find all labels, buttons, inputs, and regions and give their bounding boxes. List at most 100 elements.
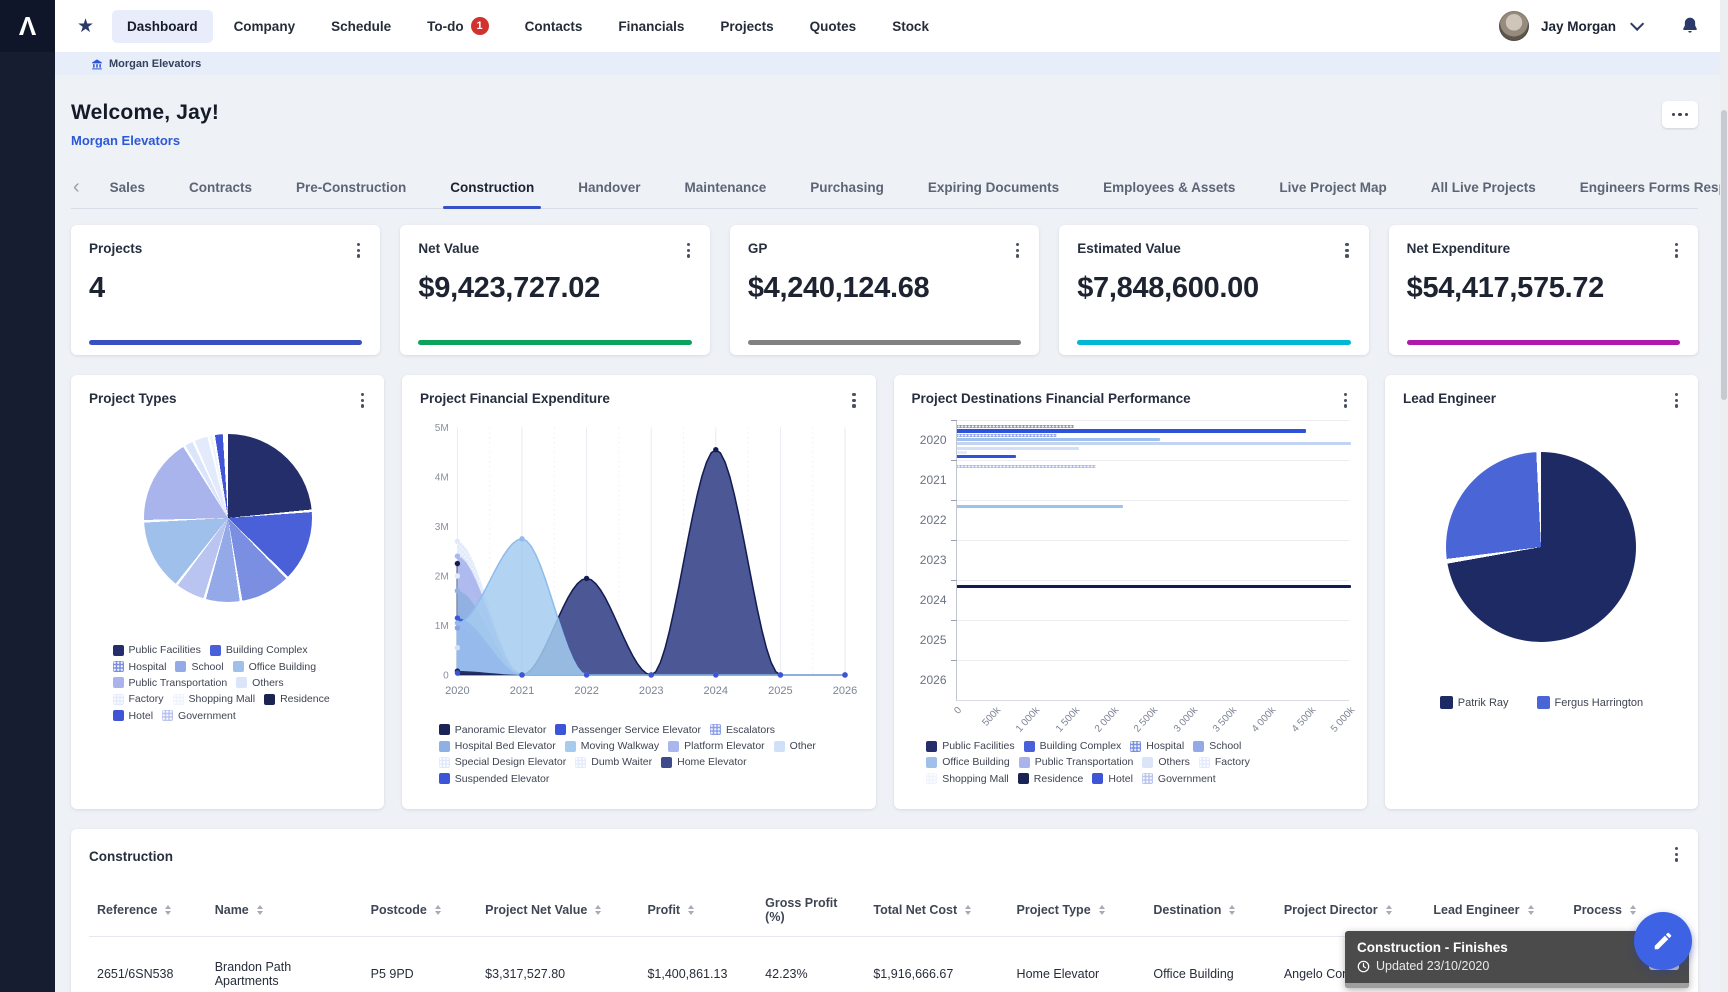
tabs-scroll-left-icon[interactable]: ‹ bbox=[71, 177, 88, 205]
legend-item[interactable]: Hotel bbox=[1092, 773, 1133, 785]
kebab-menu-icon[interactable] bbox=[1669, 843, 1684, 866]
nav-item-financials[interactable]: Financials bbox=[603, 10, 699, 43]
sort-icon[interactable] bbox=[1386, 905, 1392, 916]
sort-icon[interactable] bbox=[965, 905, 971, 916]
nav-item-projects[interactable]: Projects bbox=[705, 10, 788, 43]
legend-item[interactable]: Government bbox=[1142, 773, 1216, 785]
scrollbar[interactable] bbox=[1720, 0, 1728, 992]
kebab-menu-icon[interactable] bbox=[1338, 389, 1353, 412]
legend-item[interactable]: Residence bbox=[1018, 773, 1084, 785]
legend-item[interactable]: Building Complex bbox=[210, 644, 308, 656]
kebab-menu-icon[interactable] bbox=[846, 389, 861, 412]
tab-engineers-forms-respon[interactable]: Engineers Forms Respon bbox=[1579, 174, 1728, 208]
kebab-menu-icon[interactable] bbox=[681, 239, 696, 262]
nav-item-dashboard[interactable]: Dashboard bbox=[112, 10, 213, 43]
sort-icon[interactable] bbox=[1528, 905, 1534, 916]
legend-item[interactable]: Dumb Waiter bbox=[575, 756, 652, 768]
company-link[interactable]: Morgan Elevators bbox=[71, 133, 180, 148]
legend-item[interactable]: Office Building bbox=[233, 661, 317, 673]
column-header-total-net-cost[interactable]: Total Net Cost bbox=[865, 886, 1008, 937]
column-header-project-net-value[interactable]: Project Net Value bbox=[477, 886, 639, 937]
legend-item[interactable]: Hospital bbox=[1130, 740, 1184, 752]
column-header-destination[interactable]: Destination bbox=[1145, 886, 1275, 937]
legend-item[interactable]: Panoramic Elevator bbox=[439, 724, 547, 736]
sort-icon[interactable] bbox=[595, 905, 601, 916]
sort-icon[interactable] bbox=[688, 905, 694, 916]
legend-item[interactable]: Hospital bbox=[113, 661, 167, 673]
legend-item[interactable]: Public Facilities bbox=[926, 740, 1014, 752]
nav-item-contacts[interactable]: Contacts bbox=[510, 10, 598, 43]
legend-item[interactable]: Escalators bbox=[710, 724, 775, 736]
sort-icon[interactable] bbox=[435, 905, 441, 916]
scrollbar-thumb[interactable] bbox=[1721, 110, 1727, 400]
nav-item-company[interactable]: Company bbox=[219, 10, 311, 43]
tab-construction[interactable]: Construction bbox=[449, 174, 535, 208]
notifications-bell-icon[interactable] bbox=[1680, 16, 1700, 36]
sort-icon[interactable] bbox=[1099, 905, 1105, 916]
tab-expiring-documents[interactable]: Expiring Documents bbox=[927, 174, 1060, 208]
avatar[interactable] bbox=[1499, 11, 1529, 41]
legend-item[interactable]: Passenger Service Elevator bbox=[555, 724, 701, 736]
legend-item[interactable]: Patrik Ray bbox=[1440, 696, 1509, 709]
legend-item[interactable]: Government bbox=[162, 710, 236, 722]
kebab-menu-icon[interactable] bbox=[1669, 239, 1684, 262]
tab-all-live-projects[interactable]: All Live Projects bbox=[1430, 174, 1537, 208]
legend-item[interactable]: Hospital Bed Elevator bbox=[439, 740, 556, 752]
legend-item[interactable]: Other bbox=[774, 740, 816, 752]
breadcrumb-company[interactable]: Morgan Elevators bbox=[109, 58, 201, 70]
tab-live-project-map[interactable]: Live Project Map bbox=[1278, 174, 1387, 208]
legend-item[interactable]: Hotel bbox=[113, 710, 154, 722]
column-header-gross-profit-[interactable]: Gross Profit (%) bbox=[757, 886, 865, 937]
sort-icon[interactable] bbox=[1630, 905, 1636, 916]
legend-item[interactable]: Building Complex bbox=[1024, 740, 1122, 752]
kebab-menu-icon[interactable] bbox=[1010, 239, 1025, 262]
legend-item[interactable]: Factory bbox=[1199, 756, 1250, 768]
legend-item[interactable]: School bbox=[175, 661, 223, 673]
column-header-reference[interactable]: Reference bbox=[89, 886, 207, 937]
nav-item-stock[interactable]: Stock bbox=[877, 10, 944, 43]
tab-maintenance[interactable]: Maintenance bbox=[684, 174, 768, 208]
legend-item[interactable]: Public Transportation bbox=[1019, 756, 1134, 768]
tab-pre-construction[interactable]: Pre-Construction bbox=[295, 174, 407, 208]
nav-item-to-do[interactable]: To-do1 bbox=[412, 8, 503, 44]
tab-purchasing[interactable]: Purchasing bbox=[809, 174, 885, 208]
app-logo[interactable]: Λ bbox=[0, 0, 55, 52]
user-name[interactable]: Jay Morgan bbox=[1541, 19, 1616, 34]
legend-item[interactable]: Office Building bbox=[926, 756, 1010, 768]
tab-contracts[interactable]: Contracts bbox=[188, 174, 253, 208]
legend-item[interactable]: School bbox=[1193, 740, 1241, 752]
legend-item[interactable]: Public Transportation bbox=[113, 677, 228, 689]
column-header-project-type[interactable]: Project Type bbox=[1009, 886, 1146, 937]
kebab-menu-icon[interactable] bbox=[355, 389, 370, 412]
legend-item[interactable]: Moving Walkway bbox=[565, 740, 659, 752]
favorite-star-icon[interactable]: ★ bbox=[77, 15, 94, 38]
legend-item[interactable]: Residence bbox=[264, 693, 330, 705]
column-header-lead-engineer[interactable]: Lead Engineer bbox=[1425, 886, 1565, 937]
legend-item[interactable]: Factory bbox=[113, 693, 164, 705]
sort-icon[interactable] bbox=[257, 905, 263, 916]
legend-item[interactable]: Fergus Harrington bbox=[1537, 696, 1644, 709]
legend-item[interactable]: Special Design Elevator bbox=[439, 756, 566, 768]
page-options-ellipsis-button[interactable] bbox=[1662, 101, 1698, 128]
kebab-menu-icon[interactable] bbox=[351, 239, 366, 262]
nav-item-quotes[interactable]: Quotes bbox=[795, 10, 872, 43]
edit-fab-button[interactable] bbox=[1634, 912, 1692, 970]
legend-item[interactable]: Shopping Mall bbox=[926, 773, 1009, 785]
kebab-menu-icon[interactable] bbox=[1669, 389, 1684, 412]
legend-item[interactable]: Others bbox=[236, 677, 284, 689]
tab-handover[interactable]: Handover bbox=[577, 174, 641, 208]
legend-item[interactable]: Others bbox=[1142, 756, 1190, 768]
kebab-menu-icon[interactable] bbox=[1339, 239, 1354, 262]
column-header-project-director[interactable]: Project Director bbox=[1276, 886, 1426, 937]
column-header-postcode[interactable]: Postcode bbox=[363, 886, 478, 937]
legend-item[interactable]: Home Elevator bbox=[661, 756, 746, 768]
legend-item[interactable]: Suspended Elevator bbox=[439, 773, 550, 785]
tab-employees-assets[interactable]: Employees & Assets bbox=[1102, 174, 1236, 208]
legend-item[interactable]: Public Facilities bbox=[113, 644, 201, 656]
legend-item[interactable]: Platform Elevator bbox=[668, 740, 765, 752]
sort-icon[interactable] bbox=[1229, 905, 1235, 916]
column-header-name[interactable]: Name bbox=[207, 886, 363, 937]
tab-sales[interactable]: Sales bbox=[109, 174, 146, 208]
sort-icon[interactable] bbox=[165, 905, 171, 916]
chevron-down-icon[interactable] bbox=[1630, 17, 1644, 31]
